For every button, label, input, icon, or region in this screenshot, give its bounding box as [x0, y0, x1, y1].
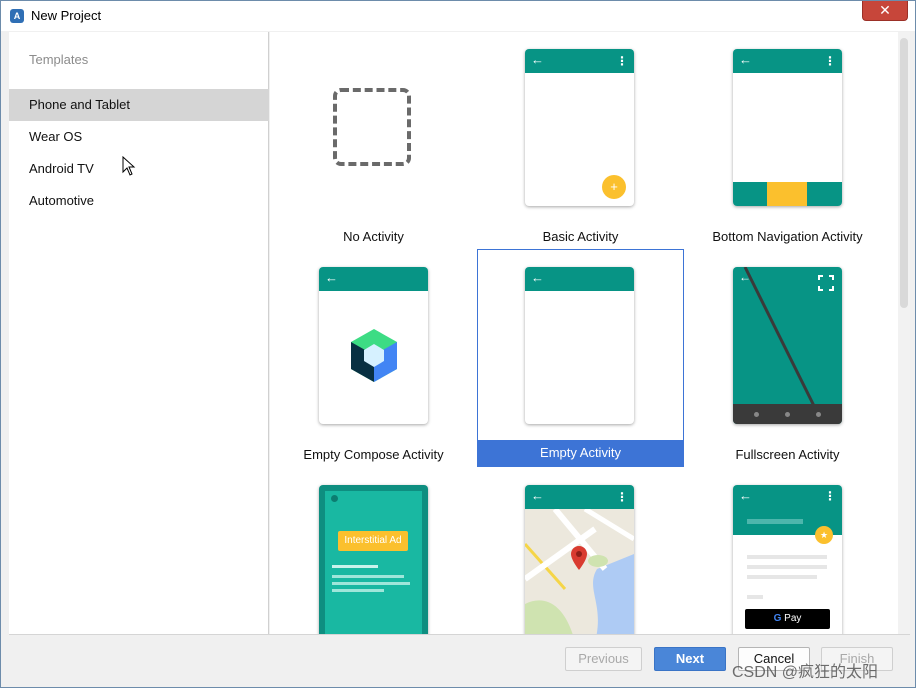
template-no-activity[interactable]: No Activity — [270, 32, 477, 249]
app-bar: ← ⋮ — [525, 485, 634, 509]
template-empty-activity[interactable]: ← Empty Activity — [477, 249, 684, 467]
template-label: Fullscreen Activity — [735, 447, 840, 462]
ad-content-area: Interstitial Ad — [325, 491, 422, 634]
pay-label: Pay — [784, 613, 802, 624]
sidebar-item-label: Android TV — [29, 161, 94, 176]
template-interstitial-ad[interactable]: Interstitial Ad — [270, 468, 477, 634]
window-title: New Project — [31, 8, 102, 23]
next-button[interactable]: Next — [654, 647, 726, 671]
google-pay-button: G Pay — [745, 609, 830, 629]
phone-preview: ← — [319, 267, 428, 424]
template-label: Empty Compose Activity — [303, 447, 444, 462]
star-icon: ★ — [815, 526, 833, 544]
overflow-menu-icon: ⋮ — [616, 54, 628, 68]
mouse-cursor-icon — [122, 156, 136, 176]
back-arrow-icon: ← — [531, 52, 544, 67]
sidebar-item-wear-os[interactable]: Wear OS — [9, 121, 269, 153]
phone-preview: ← ⋮ ★ G Pay — [733, 485, 842, 634]
sidebar-item-android-tv[interactable]: Android TV — [9, 153, 269, 185]
overflow-menu-icon: ⋮ — [824, 54, 836, 68]
bottom-nav-selected-item — [767, 182, 807, 206]
close-button[interactable]: ✕ — [862, 1, 908, 21]
template-fullscreen-activity[interactable]: ← Fullscreen Activity — [684, 250, 891, 467]
map-graphic — [525, 509, 634, 634]
watermark-text: CSDN @疯狂的太阳 — [732, 664, 879, 681]
template-label: No Activity — [343, 229, 404, 244]
template-category-sidebar: Templates Phone and Tablet Wear OS Andro… — [9, 32, 269, 634]
no-activity-placeholder-icon — [333, 88, 411, 166]
phone-preview: Interstitial Ad — [319, 485, 428, 634]
android-studio-icon: A — [10, 9, 24, 23]
sidebar-item-label: Automotive — [29, 193, 95, 208]
templates-header: Templates — [29, 52, 89, 67]
template-label: Bottom Navigation Activity — [712, 229, 863, 244]
sidebar-item-automotive[interactable]: Automotive — [9, 185, 269, 217]
app-bar: ← — [525, 267, 634, 291]
phone-preview: ← ⋮ — [733, 49, 842, 206]
google-g-icon: G — [773, 613, 782, 624]
template-label: Empty Activity — [478, 440, 683, 466]
template-google-pay-activity[interactable]: ← ⋮ ★ G Pay — [684, 468, 891, 634]
app-bar: ← — [319, 267, 428, 291]
overflow-menu-icon: ⋮ — [824, 489, 836, 503]
template-gallery: No Activity ← ⋮ + Basic Activity ← ⋮ Bot… — [270, 32, 898, 634]
fullscreen-icon — [818, 275, 834, 291]
sidebar-item-phone-and-tablet[interactable]: Phone and Tablet — [9, 89, 269, 121]
phone-preview: ← ⋮ + — [525, 49, 634, 206]
scrollbar-thumb[interactable] — [900, 38, 908, 308]
back-arrow-icon: ← — [739, 52, 752, 67]
phone-preview: ← — [525, 267, 634, 424]
back-arrow-icon: ← — [531, 270, 544, 285]
phone-preview: ← — [733, 267, 842, 424]
new-project-window: A New Project ✕ Templates Phone and Tabl… — [0, 0, 916, 688]
overflow-menu-icon: ⋮ — [616, 490, 628, 504]
template-bottom-navigation-activity[interactable]: ← ⋮ Bottom Navigation Activity — [684, 32, 891, 249]
interstitial-ad-badge: Interstitial Ad — [338, 531, 408, 551]
fab-plus-icon: + — [602, 175, 626, 199]
sidebar-item-label: Phone and Tablet — [29, 97, 130, 112]
back-arrow-icon: ← — [739, 488, 752, 503]
bottom-navigation-bar — [733, 182, 842, 206]
sidebar-item-label: Wear OS — [29, 129, 83, 144]
system-navigation-bar — [733, 404, 842, 424]
previous-button[interactable]: Previous — [565, 647, 642, 671]
template-basic-activity[interactable]: ← ⋮ + Basic Activity — [477, 32, 684, 249]
back-arrow-icon: ← — [325, 270, 338, 285]
template-google-maps-activity[interactable]: ← ⋮ — [477, 468, 684, 634]
gallery-scrollbar[interactable] — [898, 32, 910, 634]
app-bar: ← ⋮ — [525, 49, 634, 73]
back-arrow-icon: ← — [531, 488, 544, 503]
template-label: Basic Activity — [542, 229, 619, 244]
phone-preview: ← ⋮ — [525, 485, 634, 634]
jetpack-compose-logo-icon — [351, 329, 397, 382]
template-empty-compose-activity[interactable]: ← Empty Compose Activity — [270, 250, 477, 467]
app-bar: ← ⋮ — [733, 49, 842, 73]
map-pin-icon — [571, 546, 587, 570]
back-arrow-icon: ← — [739, 270, 751, 284]
title-bar: A New Project ✕ — [1, 1, 915, 31]
